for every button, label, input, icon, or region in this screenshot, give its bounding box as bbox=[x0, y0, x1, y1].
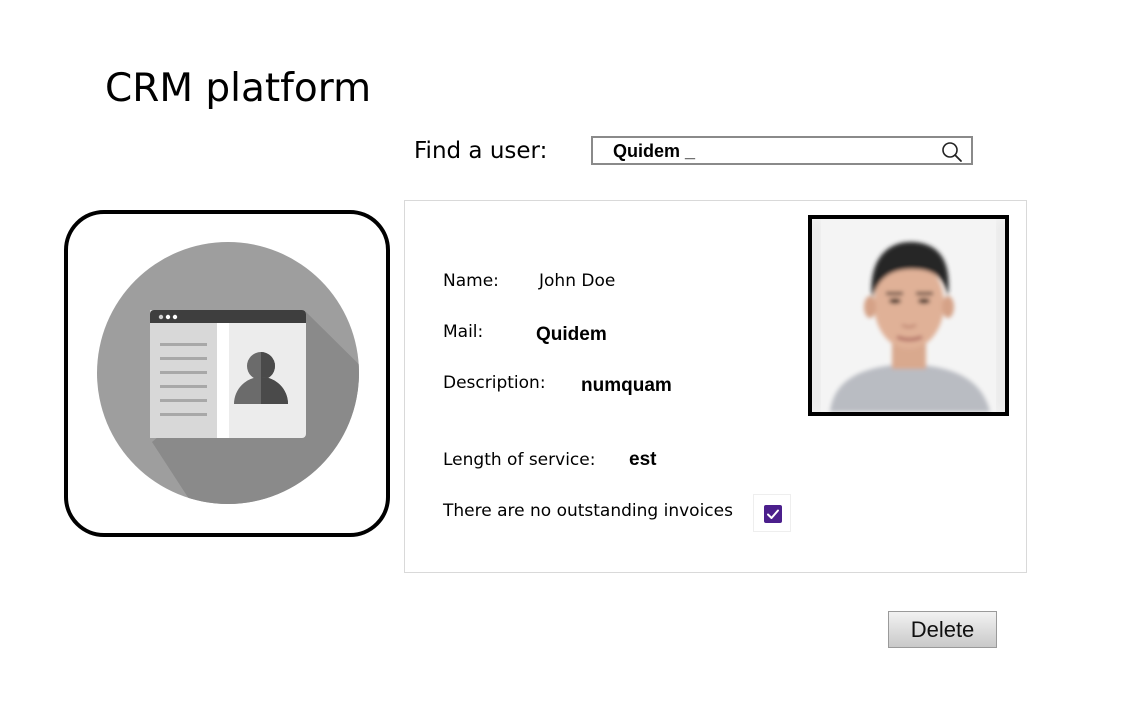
search-input[interactable] bbox=[613, 140, 913, 162]
avatar-card bbox=[64, 210, 390, 537]
mail-label: Mail: bbox=[443, 322, 484, 342]
description-value: numquam bbox=[581, 375, 672, 396]
name-label: Name: bbox=[443, 271, 499, 291]
checkbox-checked-state bbox=[764, 505, 782, 523]
length-of-service-label: Length of service: bbox=[443, 450, 596, 470]
length-of-service-value: est bbox=[629, 449, 657, 470]
user-portrait-image bbox=[812, 219, 1005, 412]
delete-button[interactable]: Delete bbox=[888, 611, 997, 648]
user-photo bbox=[808, 215, 1009, 416]
outstanding-invoices-checkbox[interactable] bbox=[753, 494, 791, 532]
description-label: Description: bbox=[443, 373, 546, 393]
name-value: John Doe bbox=[539, 271, 616, 291]
search-icon[interactable] bbox=[941, 141, 963, 163]
find-user-label: Find a user: bbox=[414, 138, 548, 164]
user-details-panel: Name: John Doe Mail: Quidem Description:… bbox=[404, 200, 1027, 573]
mail-value: Quidem bbox=[536, 324, 607, 345]
app-title: CRM platform bbox=[105, 66, 372, 111]
check-icon bbox=[767, 509, 779, 519]
contact-card-icon bbox=[97, 242, 359, 504]
outstanding-invoices-label: There are no outstanding invoices bbox=[443, 501, 733, 521]
search-box[interactable] bbox=[591, 136, 973, 165]
